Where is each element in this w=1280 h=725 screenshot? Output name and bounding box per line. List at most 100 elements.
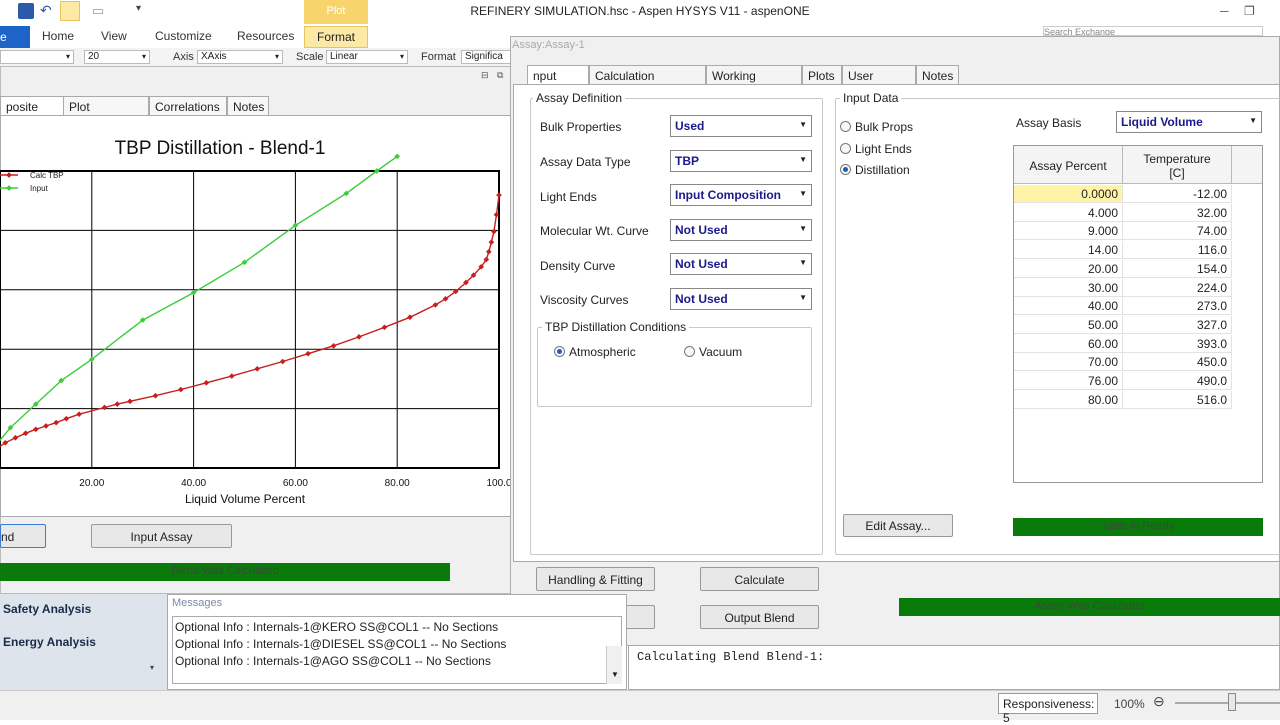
table-cell-temperature[interactable]: 450.0: [1123, 353, 1232, 372]
font-size-value: 20: [88, 51, 100, 62]
calc-tbp-point: [407, 314, 413, 321]
table-cell-assay-percent[interactable]: 0.0000: [1014, 185, 1123, 203]
open-folder-icon[interactable]: ▭: [92, 3, 108, 19]
table-cell-temperature[interactable]: 74.00: [1123, 222, 1232, 241]
tbp-distillation-chart: TBP Distillation - Blend-1 Liquid Volume…: [0, 138, 512, 506]
table-cell-assay-percent[interactable]: 50.00: [1014, 315, 1123, 334]
table-cell-assay-percent[interactable]: 40.00: [1014, 297, 1123, 316]
chart-x-tick-label: 80.00: [385, 478, 410, 489]
table-cell-temperature[interactable]: -12.00: [1123, 185, 1232, 203]
messages-scrollbar[interactable]: ▼: [606, 646, 622, 684]
tab-plots[interactable]: Plots: [802, 65, 842, 85]
format-label: Format: [421, 51, 456, 63]
font-size-select[interactable]: 20 ▾: [84, 50, 150, 64]
tab-format[interactable]: Format: [304, 26, 368, 48]
assay-basis-select[interactable]: Liquid Volume ▼: [1116, 111, 1262, 133]
bulk-properties-select[interactable]: Used ▼: [670, 115, 812, 137]
table-cell-assay-percent[interactable]: 80.00: [1014, 390, 1123, 409]
file-tab[interactable]: e: [0, 26, 30, 48]
search-input[interactable]: Search Exchange: [1043, 26, 1263, 36]
calc-tbp-point: [228, 373, 235, 379]
tab-notes[interactable]: Notes: [916, 65, 959, 85]
tab-working-curves[interactable]: Working Curves: [706, 65, 802, 97]
nav-expand-icon[interactable]: ▾: [150, 663, 154, 672]
table-cell-assay-percent[interactable]: 30.00: [1014, 278, 1123, 297]
column-header-temperature[interactable]: Temperature [C]: [1123, 146, 1232, 184]
output-blend-button[interactable]: Output Blend: [700, 605, 819, 629]
assay-data-type-select[interactable]: TBP ▼: [670, 150, 812, 172]
undo-icon[interactable]: ↶: [40, 3, 56, 19]
tab-resources[interactable]: Resources: [237, 29, 294, 43]
table-cell-temperature[interactable]: 393.0: [1123, 334, 1232, 353]
restore-icon[interactable]: ⧉: [497, 70, 503, 81]
viscosity-curves-select[interactable]: Not Used ▼: [670, 288, 812, 310]
calculate-button[interactable]: Calculate: [700, 567, 819, 591]
light-ends-radio[interactable]: [840, 143, 851, 154]
light-ends-select[interactable]: Input Composition ▼: [670, 184, 812, 206]
format-select[interactable]: Significa: [461, 50, 513, 64]
customize-qat-icon[interactable]: ▾: [136, 3, 152, 19]
tab-notes[interactable]: Notes: [227, 96, 269, 116]
nav-item-safety-analysis[interactable]: Safety Analysis: [3, 602, 91, 616]
responsiveness-indicator[interactable]: Responsiveness: 5: [998, 693, 1098, 725]
tab-user-curves[interactable]: User Curves: [842, 65, 916, 97]
tab-plot-summary[interactable]: Plot Summary: [63, 96, 149, 128]
blend-button[interactable]: nd: [0, 524, 46, 548]
restore-icon[interactable]: ❐: [1244, 4, 1255, 18]
message-line: Optional Info : Internals-1@AGO SS@COL1 …: [175, 654, 491, 668]
bulk-props-radio[interactable]: [840, 121, 851, 132]
minimize-icon[interactable]: ─: [1220, 4, 1229, 18]
tab-view[interactable]: View: [101, 29, 127, 43]
scroll-down-icon[interactable]: ▼: [611, 670, 619, 679]
distillation-label: Distillation: [855, 163, 910, 177]
table-cell-temperature[interactable]: 516.0: [1123, 390, 1232, 409]
axis-select[interactable]: XAxis ▾: [197, 50, 283, 64]
chart-series-group: [0, 153, 502, 448]
table-cell-assay-percent[interactable]: 9.000: [1014, 222, 1123, 241]
tab-customize[interactable]: Customize: [155, 29, 212, 43]
atmospheric-radio[interactable]: [554, 346, 565, 357]
table-cell-assay-percent[interactable]: 70.00: [1014, 353, 1123, 372]
tab-home[interactable]: Home: [42, 29, 74, 43]
table-cell-temperature[interactable]: 32.00: [1123, 203, 1232, 222]
chevron-down-icon: ▾: [399, 52, 404, 61]
save-icon[interactable]: [18, 3, 34, 19]
chart-x-tick-label: 60.00: [283, 478, 308, 489]
bulk-properties-value: Used: [675, 119, 705, 133]
nav-item-energy-analysis[interactable]: Energy Analysis: [3, 635, 96, 649]
calc-tbp-point: [203, 379, 210, 386]
density-curve-select[interactable]: Not Used ▼: [670, 253, 812, 275]
chevron-down-icon: ▼: [1249, 116, 1257, 125]
column-header-assay-percent[interactable]: Assay Percent: [1014, 146, 1123, 184]
table-cell-assay-percent[interactable]: 20.00: [1014, 259, 1123, 278]
table-cell-temperature[interactable]: 273.0: [1123, 297, 1232, 316]
table-cell-assay-percent[interactable]: 60.00: [1014, 334, 1123, 353]
tab-calculation-defaults[interactable]: Calculation Defaults: [589, 65, 706, 97]
molecular-wt-curve-select[interactable]: Not Used ▼: [670, 219, 812, 241]
zoom-slider-thumb[interactable]: [1228, 693, 1236, 711]
table-cell-temperature[interactable]: 490.0: [1123, 372, 1232, 390]
table-cell-assay-percent[interactable]: 76.00: [1014, 372, 1123, 390]
zoom-out-icon[interactable]: ⊖: [1153, 693, 1165, 710]
handling-fitting-button[interactable]: Handling & Fitting: [536, 567, 655, 591]
table-cell-temperature[interactable]: 154.0: [1123, 259, 1232, 278]
calc-tbp-point: [127, 398, 133, 405]
notepad-icon[interactable]: [60, 1, 80, 21]
vacuum-radio[interactable]: [684, 346, 695, 357]
calc-tbp-point: [279, 358, 286, 365]
table-cell-temperature[interactable]: 224.0: [1123, 278, 1232, 297]
table-cell-assay-percent[interactable]: 4.000: [1014, 203, 1123, 222]
table-cell-assay-percent[interactable]: 14.00: [1014, 241, 1123, 260]
table-cell-temperature[interactable]: 327.0: [1123, 315, 1232, 334]
minimize-icon[interactable]: ⊟: [481, 70, 489, 81]
edit-assay-button[interactable]: Edit Assay...: [843, 514, 953, 537]
tab-correlations[interactable]: Correlations: [149, 96, 227, 116]
font-family-select[interactable]: ▾: [0, 50, 74, 64]
input-assay-button[interactable]: Input Assay: [91, 524, 232, 548]
table-cell-temperature[interactable]: 116.0: [1123, 241, 1232, 260]
distillation-radio[interactable]: [840, 164, 851, 175]
scale-select[interactable]: Linear ▾: [326, 50, 408, 64]
chevron-down-icon: ▼: [799, 258, 807, 267]
tab-composite-plot[interactable]: posite Plot: [0, 96, 64, 128]
tab-input-data[interactable]: nput Data: [527, 65, 589, 97]
